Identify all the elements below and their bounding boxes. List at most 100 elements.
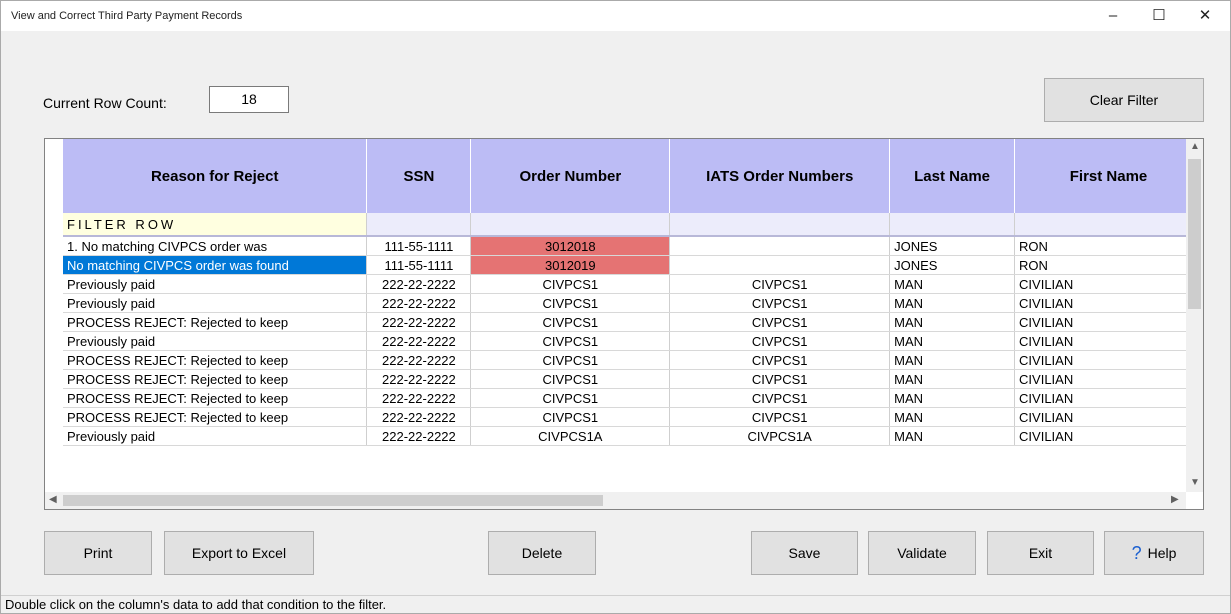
delete-button[interactable]: Delete bbox=[488, 531, 596, 575]
scroll-left-icon[interactable]: ◀ bbox=[49, 494, 57, 505]
close-button[interactable]: ✕ bbox=[1182, 1, 1228, 31]
cell-ssn[interactable]: 222-22-2222 bbox=[366, 407, 472, 427]
cell-ssn[interactable]: 111-55-1111 bbox=[366, 236, 472, 256]
table-row[interactable]: PROCESS REJECT: Rejected to keep 222-22-2… bbox=[63, 388, 1203, 408]
cell-reason[interactable]: Previously paid bbox=[63, 293, 368, 313]
cell-first-name[interactable]: CIVILIAN bbox=[1014, 274, 1203, 294]
save-button[interactable]: Save bbox=[751, 531, 858, 575]
cell-iats[interactable]: CIVPCS1 bbox=[669, 407, 891, 427]
cell-last-name[interactable]: MAN bbox=[889, 350, 1016, 370]
exit-button[interactable]: Exit bbox=[987, 531, 1094, 575]
cell-order-number[interactable]: CIVPCS1A bbox=[470, 426, 671, 446]
cell-iats[interactable]: CIVPCS1 bbox=[669, 312, 891, 332]
scroll-up-icon[interactable]: ▲ bbox=[1190, 141, 1200, 152]
table-row[interactable]: Previously paid 222-22-2222 CIVPCS1 CIVPCS1… bbox=[63, 331, 1203, 351]
cell-first-name[interactable]: CIVILIAN bbox=[1014, 407, 1203, 427]
vertical-scrollbar[interactable]: ▲ ▼ bbox=[1186, 139, 1203, 492]
cell-last-name[interactable]: MAN bbox=[889, 312, 1016, 332]
filter-cell-first-name[interactable] bbox=[1014, 213, 1203, 237]
table-row[interactable]: Previously paid 222-22-2222 CIVPCS1 CIVPCS1… bbox=[63, 293, 1203, 313]
validate-button[interactable]: Validate bbox=[868, 531, 976, 575]
cell-order-number[interactable]: 3012019 bbox=[470, 255, 671, 275]
table-row[interactable]: PROCESS REJECT: Rejected to keep 222-22-2… bbox=[63, 350, 1203, 370]
column-header-order-number[interactable]: Order Number bbox=[470, 139, 671, 213]
filter-cell-order-number[interactable] bbox=[470, 213, 671, 237]
cell-ssn[interactable]: 222-22-2222 bbox=[366, 369, 472, 389]
cell-first-name[interactable]: CIVILIAN bbox=[1014, 293, 1203, 313]
cell-ssn[interactable]: 222-22-2222 bbox=[366, 350, 472, 370]
cell-reason[interactable]: Previously paid bbox=[63, 274, 368, 294]
cell-last-name[interactable]: MAN bbox=[889, 407, 1016, 427]
table-row[interactable]: PROCESS REJECT: Rejected to keep 222-22-2… bbox=[63, 407, 1203, 427]
table-row[interactable]: Previously paid 222-22-2222 CIVPCS1A CIVPCS… bbox=[63, 426, 1203, 446]
export-to-excel-button[interactable]: Export to Excel bbox=[164, 531, 314, 575]
cell-reason[interactable]: Previously paid bbox=[63, 426, 368, 446]
column-header-iats-order-numbers[interactable]: IATS Order Numbers bbox=[669, 139, 891, 213]
cell-iats[interactable] bbox=[669, 236, 891, 256]
table-row[interactable]: No matching CIVPCS order was found 111-55… bbox=[63, 255, 1203, 275]
horizontal-scrollbar[interactable]: ◀ ▶ bbox=[45, 492, 1186, 509]
cell-order-number[interactable]: CIVPCS1 bbox=[470, 350, 671, 370]
scroll-down-icon[interactable]: ▼ bbox=[1190, 477, 1200, 488]
cell-reason[interactable]: PROCESS REJECT: Rejected to keep bbox=[63, 388, 368, 408]
cell-order-number[interactable]: CIVPCS1 bbox=[470, 388, 671, 408]
cell-last-name[interactable]: MAN bbox=[889, 331, 1016, 351]
cell-iats[interactable]: CIVPCS1 bbox=[669, 350, 891, 370]
column-header-last-name[interactable]: Last Name bbox=[889, 139, 1016, 213]
cell-iats[interactable]: CIVPCS1 bbox=[669, 369, 891, 389]
cell-ssn[interactable]: 111-55-1111 bbox=[366, 255, 472, 275]
clear-filter-button[interactable]: Clear Filter bbox=[1044, 78, 1204, 122]
cell-reason[interactable]: PROCESS REJECT: Rejected to keep bbox=[63, 350, 368, 370]
vertical-scroll-thumb[interactable] bbox=[1188, 159, 1201, 309]
cell-last-name[interactable]: MAN bbox=[889, 388, 1016, 408]
cell-iats[interactable]: CIVPCS1 bbox=[669, 331, 891, 351]
cell-iats[interactable]: CIVPCS1 bbox=[669, 293, 891, 313]
maximize-button[interactable]: ☐ bbox=[1136, 1, 1182, 31]
cell-iats[interactable]: CIVPCS1A bbox=[669, 426, 891, 446]
records-grid[interactable]: Reason for Reject SSN Order Number IATS … bbox=[44, 138, 1204, 510]
cell-first-name[interactable]: CIVILIAN bbox=[1014, 369, 1203, 389]
cell-order-number[interactable]: CIVPCS1 bbox=[470, 293, 671, 313]
cell-reason[interactable]: Previously paid bbox=[63, 331, 368, 351]
cell-ssn[interactable]: 222-22-2222 bbox=[366, 293, 472, 313]
cell-reason[interactable]: PROCESS REJECT: Rejected to keep bbox=[63, 369, 368, 389]
table-row[interactable]: Previously paid 222-22-2222 CIVPCS1 CIVPCS1… bbox=[63, 274, 1203, 294]
help-button[interactable]: ? Help bbox=[1104, 531, 1204, 575]
cell-last-name[interactable]: MAN bbox=[889, 274, 1016, 294]
minimize-button[interactable]: – bbox=[1090, 1, 1136, 31]
cell-ssn[interactable]: 222-22-2222 bbox=[366, 388, 472, 408]
cell-ssn[interactable]: 222-22-2222 bbox=[366, 312, 472, 332]
cell-first-name[interactable]: CIVILIAN bbox=[1014, 312, 1203, 332]
cell-reason[interactable]: 1. No matching CIVPCS order was bbox=[63, 236, 368, 256]
print-button[interactable]: Print bbox=[44, 531, 152, 575]
scroll-right-icon[interactable]: ▶ bbox=[1171, 494, 1179, 505]
cell-last-name[interactable]: MAN bbox=[889, 293, 1016, 313]
cell-first-name[interactable]: CIVILIAN bbox=[1014, 426, 1203, 446]
cell-order-number[interactable]: CIVPCS1 bbox=[470, 407, 671, 427]
column-header-reason[interactable]: Reason for Reject bbox=[63, 139, 368, 213]
column-header-first-name[interactable]: First Name bbox=[1014, 139, 1203, 213]
cell-first-name[interactable]: CIVILIAN bbox=[1014, 388, 1203, 408]
filter-cell-reason[interactable]: FILTER ROW bbox=[63, 213, 368, 237]
column-header-ssn[interactable]: SSN bbox=[366, 139, 472, 213]
cell-order-number[interactable]: 3012018 bbox=[470, 236, 671, 256]
filter-row[interactable]: FILTER ROW bbox=[63, 213, 1203, 237]
filter-cell-iats[interactable] bbox=[669, 213, 891, 237]
cell-first-name[interactable]: CIVILIAN bbox=[1014, 350, 1203, 370]
cell-iats[interactable] bbox=[669, 255, 891, 275]
cell-order-number[interactable]: CIVPCS1 bbox=[470, 274, 671, 294]
cell-last-name[interactable]: JONES bbox=[889, 236, 1016, 256]
cell-last-name[interactable]: MAN bbox=[889, 369, 1016, 389]
cell-iats[interactable]: CIVPCS1 bbox=[669, 388, 891, 408]
table-row[interactable]: 1. No matching CIVPCS order was 111-55-11… bbox=[63, 236, 1203, 256]
cell-order-number[interactable]: CIVPCS1 bbox=[470, 312, 671, 332]
cell-last-name[interactable]: JONES bbox=[889, 255, 1016, 275]
cell-reason[interactable]: PROCESS REJECT: Rejected to keep bbox=[63, 407, 368, 427]
cell-ssn[interactable]: 222-22-2222 bbox=[366, 274, 472, 294]
filter-cell-ssn[interactable] bbox=[366, 213, 472, 237]
cell-last-name[interactable]: MAN bbox=[889, 426, 1016, 446]
table-row[interactable]: PROCESS REJECT: Rejected to keep 222-22-2… bbox=[63, 369, 1203, 389]
cell-first-name[interactable]: RON bbox=[1014, 255, 1203, 275]
cell-reason[interactable]: PROCESS REJECT: Rejected to keep bbox=[63, 312, 368, 332]
cell-ssn[interactable]: 222-22-2222 bbox=[366, 331, 472, 351]
